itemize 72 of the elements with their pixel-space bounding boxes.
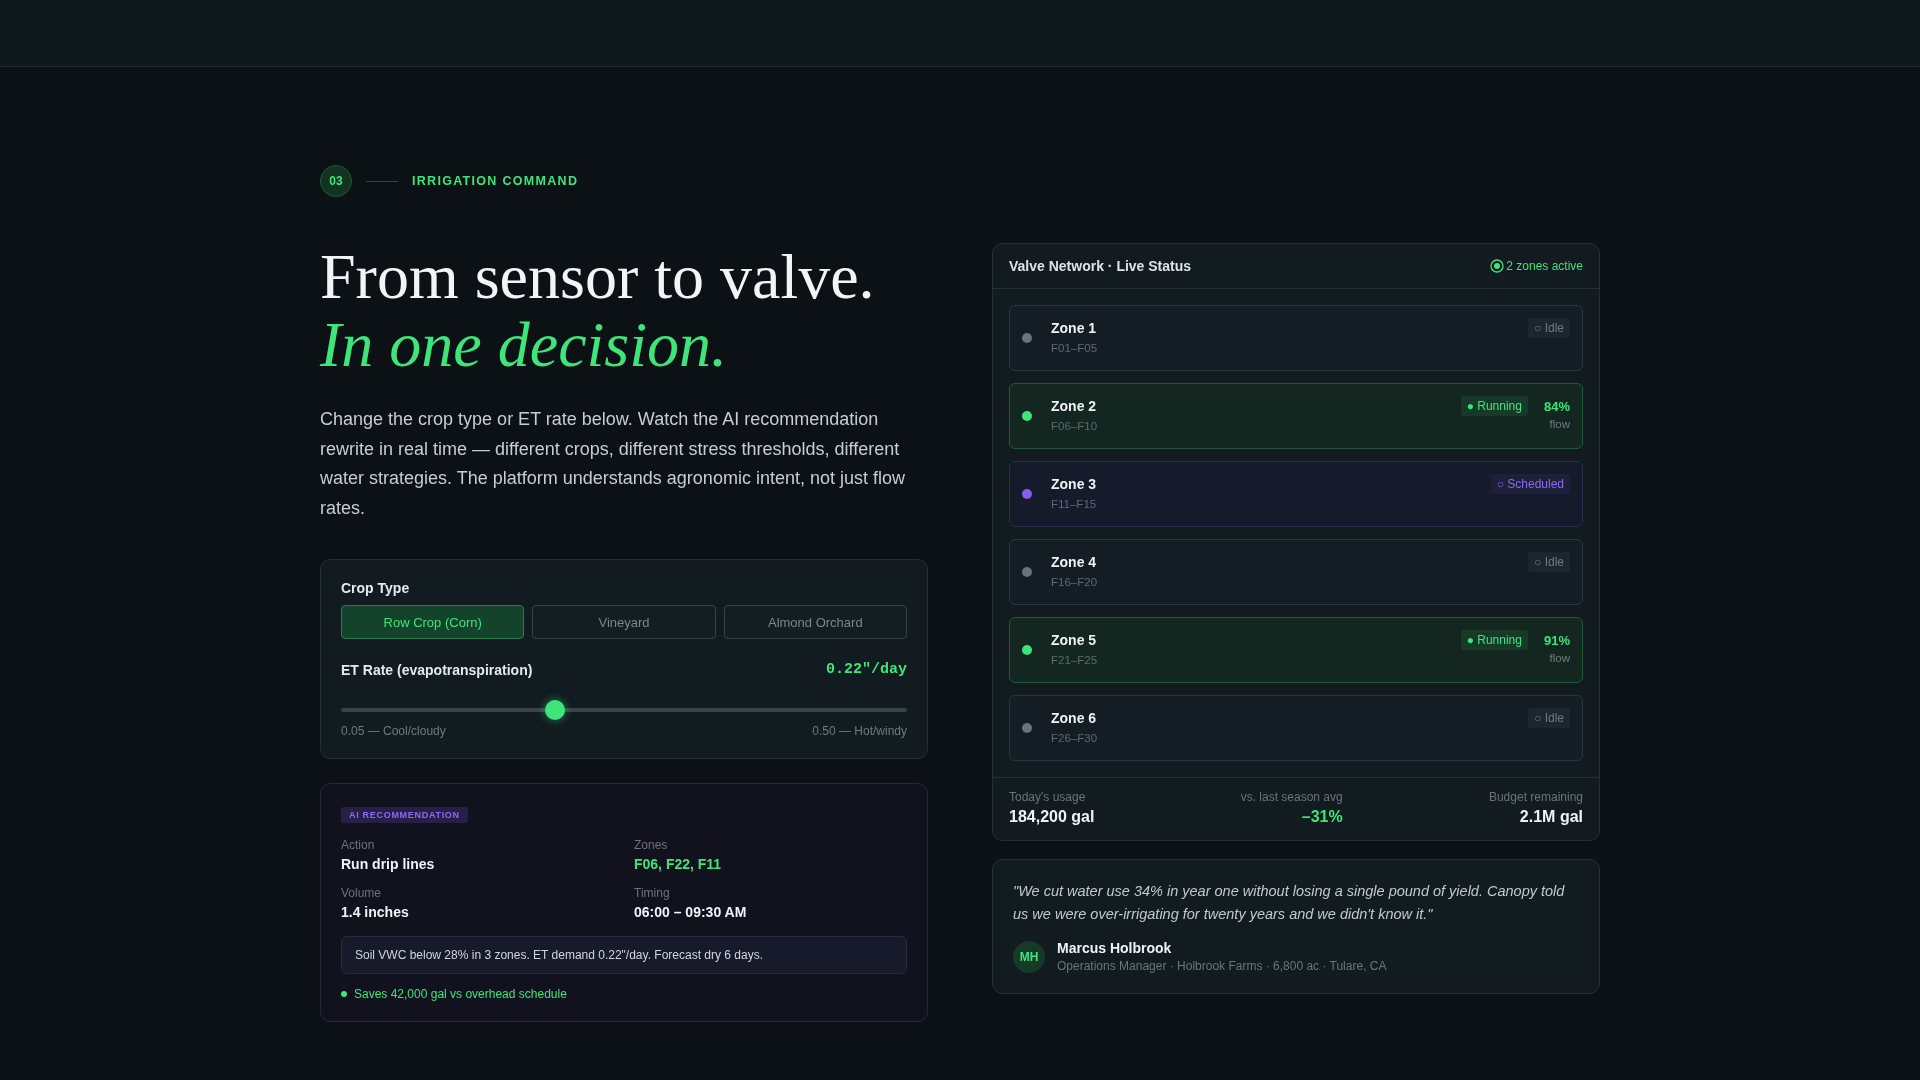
zone-status: ○ Scheduled xyxy=(1490,474,1570,494)
valve-title: Valve Network · Live Status xyxy=(1009,258,1192,274)
zone-row[interactable]: Zone 1 F01–F05 ○ Idle xyxy=(1009,305,1583,371)
field-label: Zones xyxy=(634,838,669,852)
person-role: Operations Manager · Holbrook Farms · 6,800 ac · Tulare, CA xyxy=(1057,959,1387,973)
stat-label: vs. last season avg xyxy=(1240,790,1343,804)
stat-value: 184,200 gal xyxy=(1009,808,1095,826)
field-label: Timing xyxy=(634,886,671,900)
zone-status: ○ Idle xyxy=(1528,318,1570,338)
slider-thumb[interactable] xyxy=(544,700,565,720)
et-rate-value: 0.22"/day xyxy=(826,661,907,678)
savings-text: Saves 42,000 gal vs overhead schedule xyxy=(354,987,567,1001)
live-icon xyxy=(1490,259,1505,273)
zone-status-dot xyxy=(1022,333,1032,343)
testimonial-quote: "We cut water use 34% in year one without losing a single pound of yield. Canopy told us we were over-irrigating for twenty years and we didn't know it." xyxy=(1013,882,1566,924)
zone-row[interactable]: Zone 6 F26–F30 ○ Idle xyxy=(1009,695,1583,761)
active-zones: 2 zones active xyxy=(1506,259,1583,273)
flow-value: 84% xyxy=(1543,399,1570,414)
zone-name: Zone 5 xyxy=(1051,632,1098,648)
crop-option[interactable]: Vineyard xyxy=(532,605,716,639)
stat-label: Today's usage xyxy=(1009,790,1086,804)
stat-label: Budget remaining xyxy=(1488,790,1583,804)
section-label: IRRIGATION COMMAND xyxy=(412,174,579,188)
stat-value: –31% xyxy=(1301,808,1343,826)
zone-row[interactable]: Zone 5 F21–F25 ● Running 91% flow xyxy=(1009,617,1583,683)
zone-name: Zone 6 xyxy=(1051,710,1098,726)
zone-name: Zone 1 xyxy=(1051,320,1098,336)
zone-name: Zone 3 xyxy=(1051,476,1098,492)
min-label: 0.05 — Cool/cloudy xyxy=(341,724,446,738)
zone-range: F11–F15 xyxy=(1051,498,1098,510)
zone-status-dot xyxy=(1022,489,1032,499)
zone-status: ● Running xyxy=(1460,630,1528,650)
zone-status: ○ Idle xyxy=(1528,552,1570,572)
reason-note: Soil VWC below 28% in 3 zones. ET demand 0.22"/day. Forecast dry 6 days. xyxy=(341,936,907,974)
person-name: Marcus Holbrook xyxy=(1057,940,1173,956)
crop-option[interactable]: Row Crop (Corn) xyxy=(341,605,525,639)
field-label: Action xyxy=(341,838,376,852)
status-dot xyxy=(341,991,347,997)
field-value: 06:00 – 09:30 AM xyxy=(634,904,748,920)
zone-status: ○ Idle xyxy=(1528,708,1570,728)
zone-status-dot xyxy=(1022,645,1032,655)
zone-status-dot xyxy=(1022,411,1032,421)
crop-type-label: Crop Type xyxy=(341,580,411,596)
section-number: 03 xyxy=(320,165,352,197)
headline: From sensor to valve. In one decision. xyxy=(320,243,876,379)
zone-range: F16–F20 xyxy=(1051,576,1099,588)
intro-paragraph: Change the crop type or ET rate below. Watch the AI recommendation rewrite in real time — different crops, different stress thresholds, different water strategies. The platform understands agronomic intent, not just flow rates. xyxy=(320,408,906,520)
field-value: 1.4 inches xyxy=(341,904,410,920)
et-rate-label: ET Rate (evapotranspiration) xyxy=(341,661,533,678)
flow-label: flow xyxy=(1549,418,1570,430)
field-value: Run drip lines xyxy=(341,856,436,872)
flow-label: flow xyxy=(1549,652,1570,664)
zone-status: ● Running xyxy=(1460,396,1528,416)
zone-row[interactable]: Zone 4 F16–F20 ○ Idle xyxy=(1009,539,1583,605)
zone-range: F26–F30 xyxy=(1051,732,1099,744)
stat-value: 2.1M gal xyxy=(1519,808,1583,826)
zone-row[interactable]: Zone 3 F11–F15 ○ Scheduled xyxy=(1009,461,1583,527)
crop-option[interactable]: Almond Orchard xyxy=(723,605,907,639)
zone-range: F21–F25 xyxy=(1051,654,1099,666)
zone-status-dot xyxy=(1022,567,1032,577)
zone-row[interactable]: Zone 2 F06–F10 ● Running 84% flow xyxy=(1009,383,1583,449)
zone-name: Zone 4 xyxy=(1051,554,1098,570)
ai-badge: AI RECOMMENDATION xyxy=(341,807,468,823)
max-label: 0.50 — Hot/windy xyxy=(812,724,907,738)
zone-range: F01–F05 xyxy=(1051,342,1099,354)
zone-range: F06–F10 xyxy=(1051,420,1099,432)
zone-name: Zone 2 xyxy=(1051,398,1098,414)
field-label: Volume xyxy=(341,886,383,900)
flow-value: 91% xyxy=(1543,633,1570,648)
field-value: F06, F22, F11 xyxy=(634,856,723,872)
zone-status-dot xyxy=(1022,723,1032,733)
avatar: MH xyxy=(1013,940,1045,973)
